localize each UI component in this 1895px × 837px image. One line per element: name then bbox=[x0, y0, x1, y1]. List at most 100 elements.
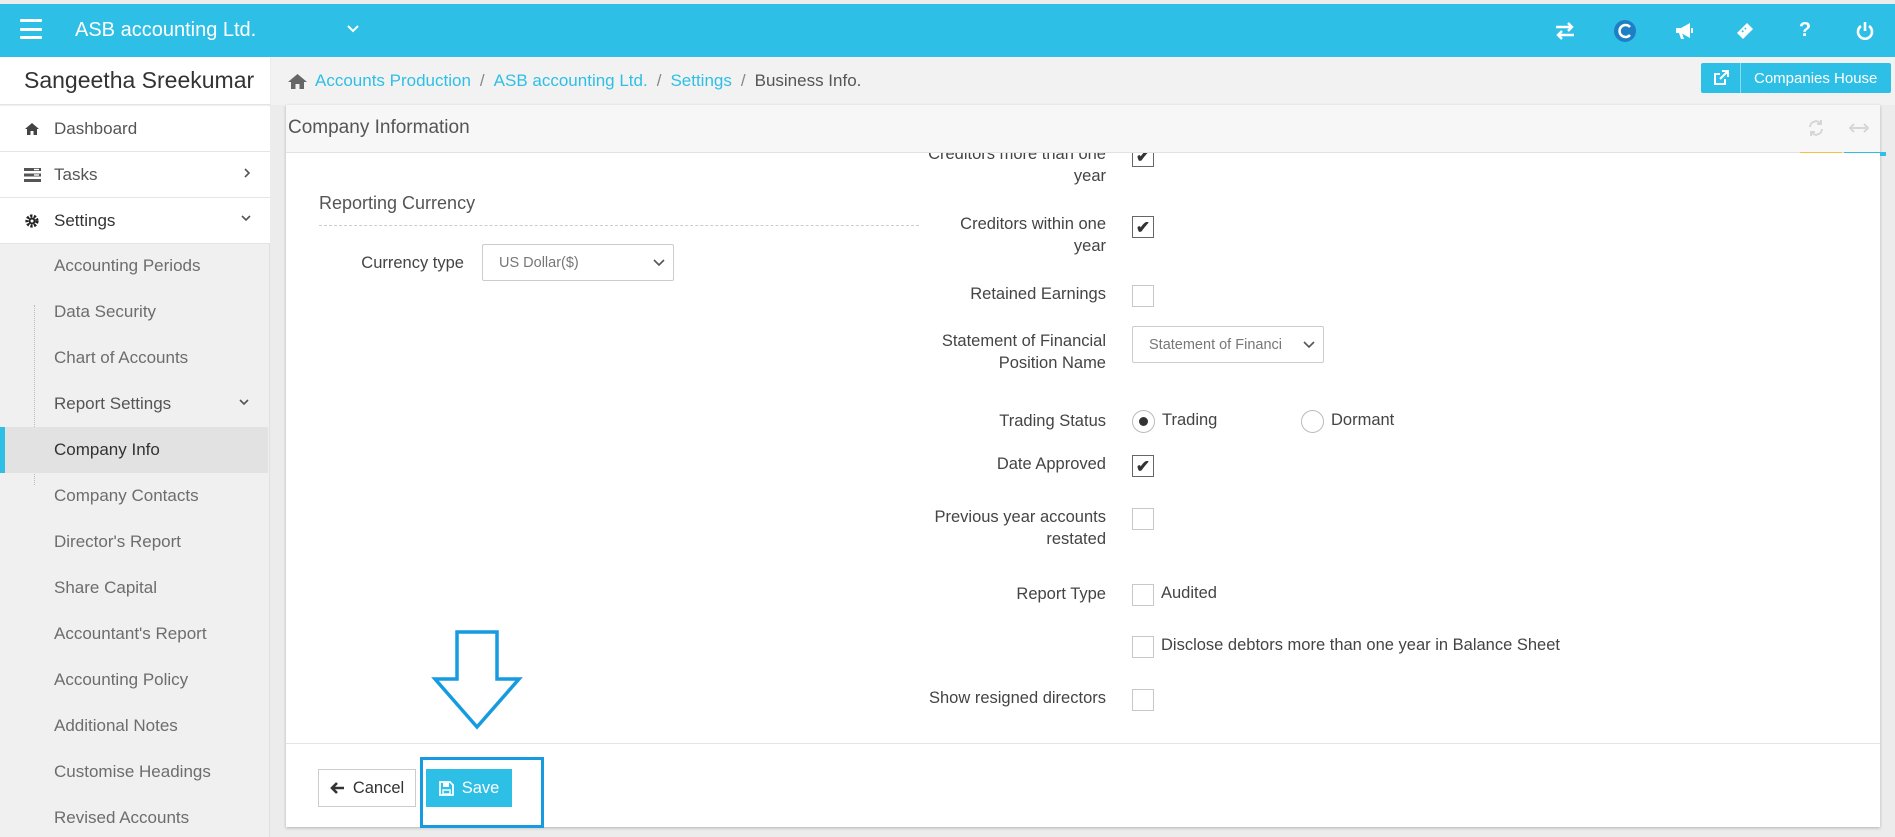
section-divider bbox=[319, 225, 919, 226]
breadcrumb-separator: / bbox=[479, 71, 485, 90]
sidebar-item-directors-report[interactable]: Director's Report bbox=[0, 519, 268, 565]
trading-option-label: Trading bbox=[1162, 411, 1218, 429]
sidebar-item-data-security[interactable]: Data Security bbox=[0, 289, 268, 335]
sidebar-item-label: Company Contacts bbox=[54, 486, 199, 505]
date-approved-label: Date Approved bbox=[996, 455, 1106, 473]
expand-icon[interactable] bbox=[1848, 119, 1870, 137]
creditors-more-checkbox[interactable]: ✔ bbox=[1132, 153, 1154, 167]
disclose-debtors-checkbox[interactable] bbox=[1132, 636, 1154, 658]
sidebar-item-label: Tasks bbox=[54, 164, 98, 184]
sidebar-item-label: Chart of Accounts bbox=[54, 348, 189, 367]
card-header: Company Information bbox=[286, 105, 1886, 156]
sidebar-item-accountants-report[interactable]: Accountant's Report bbox=[0, 611, 268, 657]
sofp-name-label: Statement of Financial Position Name bbox=[941, 332, 1106, 372]
dormant-radio[interactable] bbox=[1301, 410, 1324, 433]
sofp-name-select[interactable]: Statement of Financi bbox=[1132, 326, 1324, 363]
chevron-down-icon bbox=[652, 258, 666, 268]
chevron-down-icon bbox=[1302, 340, 1316, 350]
megaphone-icon[interactable] bbox=[1655, 4, 1715, 57]
companies-house-button[interactable]: Companies House bbox=[1701, 63, 1891, 93]
breadcrumb-link-company[interactable]: ASB accounting Ltd. bbox=[494, 71, 648, 91]
trading-status-label: Trading Status bbox=[999, 412, 1106, 430]
company-information-card: Company Information Reporting Currency C… bbox=[286, 105, 1886, 827]
switch-icon[interactable] bbox=[1535, 4, 1595, 57]
sidebar-item-label: Additional Notes bbox=[54, 716, 178, 735]
retained-earnings-label: Retained Earnings bbox=[970, 285, 1106, 303]
sidebar-item-tasks[interactable]: Tasks bbox=[0, 152, 270, 198]
sidebar-item-label: Data Security bbox=[54, 302, 157, 321]
sidebar-item-company-info[interactable]: Company Info bbox=[0, 427, 268, 473]
sidebar: Sangeetha Sreekumar Dashboard Tasks Sett… bbox=[0, 57, 270, 837]
audited-checkbox[interactable] bbox=[1132, 584, 1154, 606]
cancel-button[interactable]: Cancel bbox=[318, 769, 416, 807]
sidebar-item-customise-headings[interactable]: Customise Headings bbox=[0, 749, 268, 795]
breadcrumb-bar: Accounts Production / ASB accounting Ltd… bbox=[271, 57, 1895, 105]
show-resigned-checkbox[interactable] bbox=[1132, 689, 1154, 711]
ticket-icon[interactable] bbox=[1715, 4, 1775, 57]
breadcrumb-link-settings[interactable]: Settings bbox=[670, 71, 731, 91]
sofp-name-value: Statement of Financi bbox=[1149, 336, 1282, 353]
breadcrumb-current: Business Info. bbox=[754, 71, 862, 90]
arrow-left-icon bbox=[329, 781, 345, 795]
external-link-icon bbox=[1701, 63, 1741, 93]
sidebar-item-chart-of-accounts[interactable]: Chart of Accounts bbox=[0, 335, 268, 381]
sidebar-item-share-capital[interactable]: Share Capital bbox=[0, 565, 268, 611]
companies-house-label: Companies House bbox=[1754, 69, 1878, 87]
sidebar-item-label: Report Settings bbox=[54, 394, 172, 413]
help-icon[interactable]: ? bbox=[1775, 4, 1835, 57]
chevron-down-icon bbox=[240, 212, 252, 224]
report-type-label: Report Type bbox=[1016, 585, 1106, 603]
sidebar-item-revised-accounts[interactable]: Revised Accounts bbox=[0, 795, 268, 837]
currency-type-label: Currency type bbox=[361, 254, 464, 272]
creditors-more-label: Creditors more than one year bbox=[928, 153, 1106, 185]
check-icon: ✔ bbox=[1135, 153, 1151, 166]
chevron-down-icon[interactable] bbox=[346, 24, 360, 34]
tasks-icon bbox=[24, 167, 54, 182]
gear-icon bbox=[24, 213, 54, 229]
prev-year-restated-checkbox[interactable] bbox=[1132, 508, 1154, 530]
check-icon: ✔ bbox=[1135, 217, 1151, 237]
down-arrow-annotation bbox=[431, 630, 523, 730]
reporting-currency-title: Reporting Currency bbox=[319, 193, 476, 213]
refresh-icon[interactable] bbox=[1807, 119, 1825, 137]
sidebar-item-company-contacts[interactable]: Company Contacts bbox=[0, 473, 268, 519]
sidebar-item-report-settings[interactable]: Report Settings bbox=[0, 381, 268, 427]
home-icon bbox=[24, 122, 54, 136]
power-icon[interactable] bbox=[1835, 4, 1895, 57]
sidebar-item-accounting-policy[interactable]: Accounting Policy bbox=[0, 657, 268, 703]
save-highlight-box bbox=[420, 757, 544, 828]
sidebar-item-additional-notes[interactable]: Additional Notes bbox=[0, 703, 268, 749]
currency-type-select[interactable]: US Dollar($) bbox=[482, 244, 674, 281]
c-logo-icon[interactable] bbox=[1595, 4, 1655, 57]
form-content: Reporting Currency Currency type US Doll… bbox=[286, 153, 1880, 743]
sidebar-item-label: Customise Headings bbox=[54, 762, 211, 781]
prev-year-restated-label: Previous year accounts restated bbox=[934, 508, 1106, 548]
page-title: Company Information bbox=[288, 117, 470, 138]
sidebar-item-label: Director's Report bbox=[54, 532, 182, 551]
home-icon[interactable] bbox=[287, 73, 308, 90]
sidebar-item-dashboard[interactable]: Dashboard bbox=[0, 106, 270, 152]
breadcrumb-link-accounts-production[interactable]: Accounts Production bbox=[315, 71, 471, 91]
breadcrumb-separator: / bbox=[740, 71, 746, 90]
active-indicator bbox=[0, 427, 5, 473]
date-approved-checkbox[interactable]: ✔ bbox=[1132, 455, 1154, 477]
menu-icon[interactable] bbox=[20, 19, 42, 39]
breadcrumb-separator: / bbox=[656, 71, 662, 90]
creditors-within-checkbox[interactable]: ✔ bbox=[1132, 216, 1154, 238]
show-resigned-label: Show resigned directors bbox=[928, 689, 1106, 707]
sidebar-item-settings[interactable]: Settings bbox=[0, 198, 270, 244]
disclose-debtors-label: Disclose debtors more than one year in B… bbox=[1161, 636, 1560, 654]
trading-radio[interactable] bbox=[1132, 410, 1155, 433]
sidebar-item-label: Share Capital bbox=[54, 578, 158, 597]
user-name: Sangeetha Sreekumar bbox=[0, 57, 270, 105]
top-bar: ASB accounting Ltd. ? bbox=[0, 4, 1895, 57]
chevron-down-icon bbox=[238, 396, 250, 408]
sidebar-item-label: Company Info bbox=[54, 440, 160, 459]
sidebar-item-accounting-periods[interactable]: Accounting Periods bbox=[0, 243, 268, 289]
retained-earnings-checkbox[interactable] bbox=[1132, 285, 1154, 307]
check-icon: ✔ bbox=[1135, 456, 1151, 476]
sidebar-item-label: Accounting Policy bbox=[54, 670, 189, 689]
sidebar-item-label: Accounting Periods bbox=[54, 256, 201, 275]
sidebar-item-label: Dashboard bbox=[54, 118, 138, 138]
sidebar-item-label: Accountant's Report bbox=[54, 624, 207, 643]
